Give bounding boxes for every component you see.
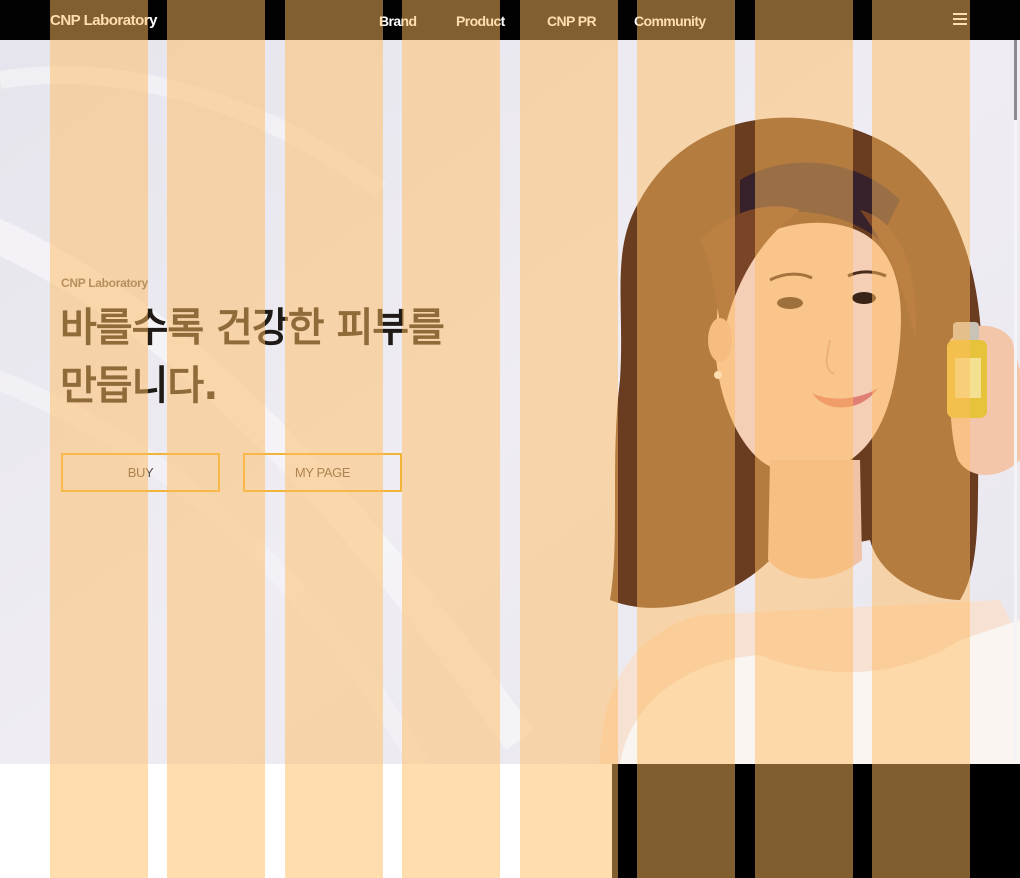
hero-copy: CNP Laboratory 바를수록 건강한 피부를 만듭니다. BUY MY… <box>0 40 1020 764</box>
hero-eyebrow: CNP Laboratory <box>61 276 148 290</box>
my-page-button[interactable]: MY PAGE <box>243 453 402 492</box>
nav-link-cnp-pr[interactable]: CNP PR <box>547 0 597 40</box>
section-background-white <box>0 764 612 878</box>
section-background-black <box>612 764 1020 878</box>
top-navbar: CNP Laboratory Brand Product CNP PR Comm… <box>0 0 1020 40</box>
scrollbar-thumb[interactable] <box>1014 40 1017 120</box>
scrollbar[interactable] <box>1014 40 1017 764</box>
page: CNP Laboratory Brand Product CNP PR Comm… <box>0 0 1020 878</box>
nav-link-community[interactable]: Community <box>634 0 706 40</box>
hero-headline: 바를수록 건강한 피부를 만듭니다. <box>60 305 445 409</box>
brand-logo-link[interactable]: CNP Laboratory <box>50 0 157 40</box>
hero-section: CNP Laboratory 바를수록 건강한 피부를 만듭니다. BUY MY… <box>0 40 1020 764</box>
nav-link-product[interactable]: Product <box>456 0 505 40</box>
buy-button[interactable]: BUY <box>61 453 220 492</box>
nav-link-brand[interactable]: Brand <box>379 0 417 40</box>
hamburger-menu-icon[interactable] <box>953 13 967 27</box>
